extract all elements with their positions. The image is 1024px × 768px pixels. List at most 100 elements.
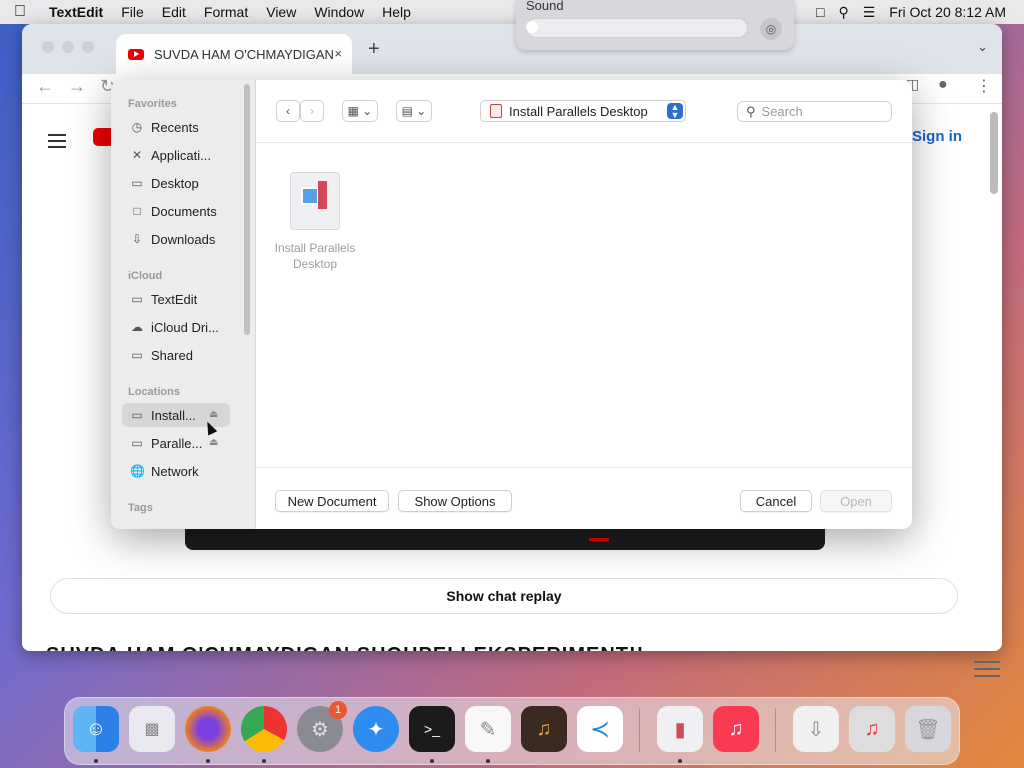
icloud-header: iCloud — [128, 270, 163, 282]
menu-app-name[interactable]: TextEdit — [40, 0, 112, 24]
calendar-status-icon[interactable]: □ — [816, 4, 824, 20]
window-close-button[interactable] — [42, 41, 54, 53]
show-options-button[interactable]: Show Options — [398, 490, 512, 512]
popup-arrows-icon: ▲ ▼ — [667, 103, 683, 120]
location-popup[interactable]: Install Parallels Desktop ▲ ▼ — [480, 100, 686, 122]
sidebar-scrollbar[interactable] — [244, 84, 250, 335]
garageband-icon[interactable]: ♫ — [521, 706, 567, 752]
volume-slider[interactable] — [526, 18, 748, 38]
tags-header: Tags — [128, 502, 153, 514]
sign-in-button[interactable]: Sign in — [912, 128, 962, 145]
sidebar-item-network[interactable]: 🌐 Network — [122, 459, 230, 483]
sidebar-item-label: Recents — [151, 119, 199, 135]
sidebar-item-textedit[interactable]: ▭ TextEdit — [122, 287, 230, 311]
sidebar-item-applications[interactable]: ✕ Applicati... — [122, 143, 230, 167]
icon-view-grid-icon[interactable]: ▦ ⌄ — [342, 100, 378, 122]
launchpad-icon[interactable]: ▩ — [129, 706, 175, 752]
search-placeholder: Search — [761, 104, 803, 119]
sidebar-item-label: Shared — [151, 347, 193, 363]
apple-menu-icon[interactable]:  — [0, 0, 40, 24]
cancel-button[interactable]: Cancel — [740, 490, 812, 512]
youtube-favicon-icon — [128, 48, 144, 60]
search-icon: ⚲ — [746, 103, 756, 119]
tab-title: SUVDA HAM O'CHMAYDIGAN — [154, 46, 334, 62]
settings-sliders-icon[interactable] — [974, 656, 1000, 682]
page-scrollbar[interactable] — [990, 112, 998, 194]
shared-folder-icon: ▭ — [131, 348, 143, 362]
search-field[interactable]: ⚲ Search — [737, 101, 892, 122]
dock: ☺ ▩ ⚙ 1 ✦ >_ ✎ ♫ ≺ ▮ ♫ ⇩ ♫ 🗑 — [64, 697, 960, 765]
sidebar-item-recents[interactable]: ◷ Recents — [122, 115, 230, 139]
music-stack-icon[interactable]: ♫ — [849, 706, 895, 752]
back-chevron-icon[interactable]: ‹ — [276, 100, 300, 122]
sidebar-item-label: TextEdit — [151, 291, 198, 307]
downloads-stack-icon[interactable]: ⇩ — [793, 706, 839, 752]
sound-control-panel: Sound ◎ — [516, 0, 794, 50]
open-button[interactable]: Open — [820, 490, 892, 512]
parallels-installer-file-icon[interactable] — [290, 172, 340, 230]
tab-close-icon[interactable]: × — [334, 46, 342, 61]
more-menu-icon[interactable]: ⋮ — [976, 76, 992, 96]
chrome-icon[interactable] — [241, 706, 287, 752]
show-chat-replay-button[interactable]: Show chat replay — [50, 578, 958, 614]
back-arrow-icon[interactable]: ← — [36, 76, 54, 97]
tab-search-chevron-icon[interactable]: ⌄ — [977, 39, 988, 55]
menu-format[interactable]: Format — [195, 0, 257, 24]
download-icon: ⇩ — [131, 232, 143, 246]
sidebar-item-shared[interactable]: ▭ Shared — [122, 343, 230, 367]
folder-icon: ▭ — [131, 292, 143, 306]
sidebar-item-downloads[interactable]: ⇩ Downloads — [122, 227, 230, 251]
menu-view[interactable]: View — [257, 0, 305, 24]
window-minimize-button[interactable] — [62, 41, 74, 53]
control-center-icon[interactable]: ☰ — [863, 4, 876, 21]
eject-icon[interactable]: ⏏ — [209, 437, 218, 448]
window-zoom-button[interactable] — [82, 41, 94, 53]
finder-icon[interactable]: ☺ — [73, 706, 119, 752]
vscode-icon[interactable]: ≺ — [577, 706, 623, 752]
safari-icon[interactable]: ✦ — [353, 706, 399, 752]
trash-icon[interactable]: 🗑 — [905, 706, 951, 752]
cloud-icon: ☁ — [131, 320, 143, 334]
sidebar-item-icloud-drive[interactable]: ☁ iCloud Dri... — [122, 315, 230, 339]
menu-edit[interactable]: Edit — [153, 0, 195, 24]
terminal-icon[interactable]: >_ — [409, 706, 455, 752]
dialog-sidebar: Favorites ◷ Recents ✕ Applicati... ▭ Des… — [111, 80, 255, 529]
video-title: SUVDA HAM O'CHMAYDIGAN SHOHPELI EKSPERIM… — [46, 644, 644, 651]
hamburger-menu-icon[interactable] — [48, 130, 66, 152]
menu-file[interactable]: File — [112, 0, 153, 24]
music-icon[interactable]: ♫ — [713, 706, 759, 752]
eject-icon[interactable]: ⏏ — [209, 409, 218, 420]
location-label: Install Parallels Desktop — [509, 103, 648, 119]
menu-window[interactable]: Window — [305, 0, 373, 24]
firefox-icon[interactable] — [185, 706, 231, 752]
parallels-desktop-icon[interactable]: ▮ — [657, 706, 703, 752]
browser-tab[interactable]: SUVDA HAM O'CHMAYDIGAN × — [116, 34, 352, 74]
new-document-button[interactable]: New Document — [275, 490, 389, 512]
airplay-icon[interactable]: ◎ — [760, 18, 782, 40]
document-icon: □ — [133, 204, 141, 218]
sound-title: Sound — [526, 0, 564, 13]
parallels-volume-icon — [490, 104, 502, 118]
forward-chevron-icon[interactable]: › — [300, 100, 324, 122]
volume-slider-knob[interactable] — [526, 21, 538, 33]
group-view-icon[interactable]: ▤ ⌄ — [396, 100, 432, 122]
sidebar-item-label: Downloads — [151, 231, 216, 247]
file-browser-area[interactable]: Install Parallels Desktop — [256, 144, 912, 467]
running-indicator — [678, 759, 682, 763]
profile-avatar-icon[interactable]: ● — [938, 76, 948, 94]
dock-separator — [775, 708, 776, 752]
sidebar-item-parallels[interactable]: ▭ Paralle... ⏏ — [122, 431, 230, 455]
applications-icon: ✕ — [131, 148, 143, 162]
new-tab-button[interactable]: + — [368, 38, 380, 61]
textedit-icon[interactable]: ✎ — [465, 706, 511, 752]
sidebar-item-desktop[interactable]: ▭ Desktop — [122, 171, 230, 195]
sidebar-item-label: Desktop — [151, 175, 199, 191]
drive-icon: ▭ — [131, 436, 143, 450]
spotlight-search-icon[interactable]: ⚲ — [838, 4, 848, 21]
locations-header: Locations — [128, 386, 180, 398]
forward-arrow-icon[interactable]: → — [68, 76, 86, 97]
sidebar-item-documents[interactable]: □ Documents — [122, 199, 230, 223]
clock[interactable]: Fri Oct 20 8:12 AM — [889, 4, 1006, 20]
menu-help[interactable]: Help — [373, 0, 420, 24]
file-name-label[interactable]: Install Parallels Desktop — [266, 240, 364, 272]
